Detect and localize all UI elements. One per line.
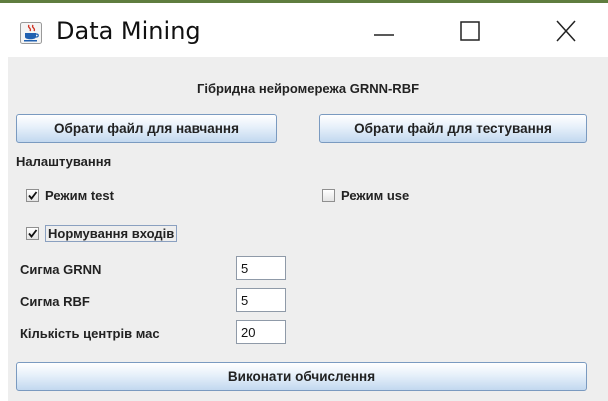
run-computation-button[interactable]: Виконати обчислення	[16, 362, 587, 391]
checkbox-checked-icon[interactable]	[26, 189, 39, 202]
centers-count-label: Кількість центрів мас	[20, 326, 160, 341]
test-mode-label: Режим test	[45, 188, 114, 203]
use-mode-label: Режим use	[341, 188, 410, 203]
test-mode-checkbox[interactable]: Режим test	[26, 188, 114, 203]
checkbox-unchecked-icon[interactable]	[322, 189, 335, 202]
settings-label: Налаштування	[16, 154, 112, 169]
close-icon[interactable]	[546, 15, 586, 49]
sigma-grnn-label: Сигма GRNN	[20, 262, 102, 277]
main-panel: Гібридна нейромережа GRNN-RBF Обрати фай…	[8, 57, 608, 401]
normalize-inputs-label: Нормування входів	[45, 225, 178, 242]
choose-training-file-button[interactable]: Обрати файл для навчання	[16, 114, 277, 143]
sigma-grnn-input[interactable]	[236, 256, 286, 280]
minimize-icon[interactable]	[364, 15, 404, 49]
sigma-rbf-input[interactable]	[236, 288, 286, 312]
title-bar[interactable]: Data Mining	[0, 3, 608, 57]
checkbox-checked-icon[interactable]	[26, 227, 39, 240]
window-title: Data Mining	[56, 17, 201, 45]
maximize-icon[interactable]	[450, 15, 490, 49]
page-title: Гібридна нейромережа GRNN-RBF	[196, 81, 420, 96]
use-mode-checkbox[interactable]: Режим use	[322, 188, 409, 203]
centers-count-input[interactable]	[236, 320, 286, 344]
normalize-inputs-checkbox[interactable]: Нормування входів	[26, 225, 178, 242]
choose-testing-file-button[interactable]: Обрати файл для тестування	[319, 114, 587, 143]
java-cup-icon[interactable]	[20, 22, 42, 44]
sigma-rbf-label: Сигма RBF	[20, 294, 90, 309]
